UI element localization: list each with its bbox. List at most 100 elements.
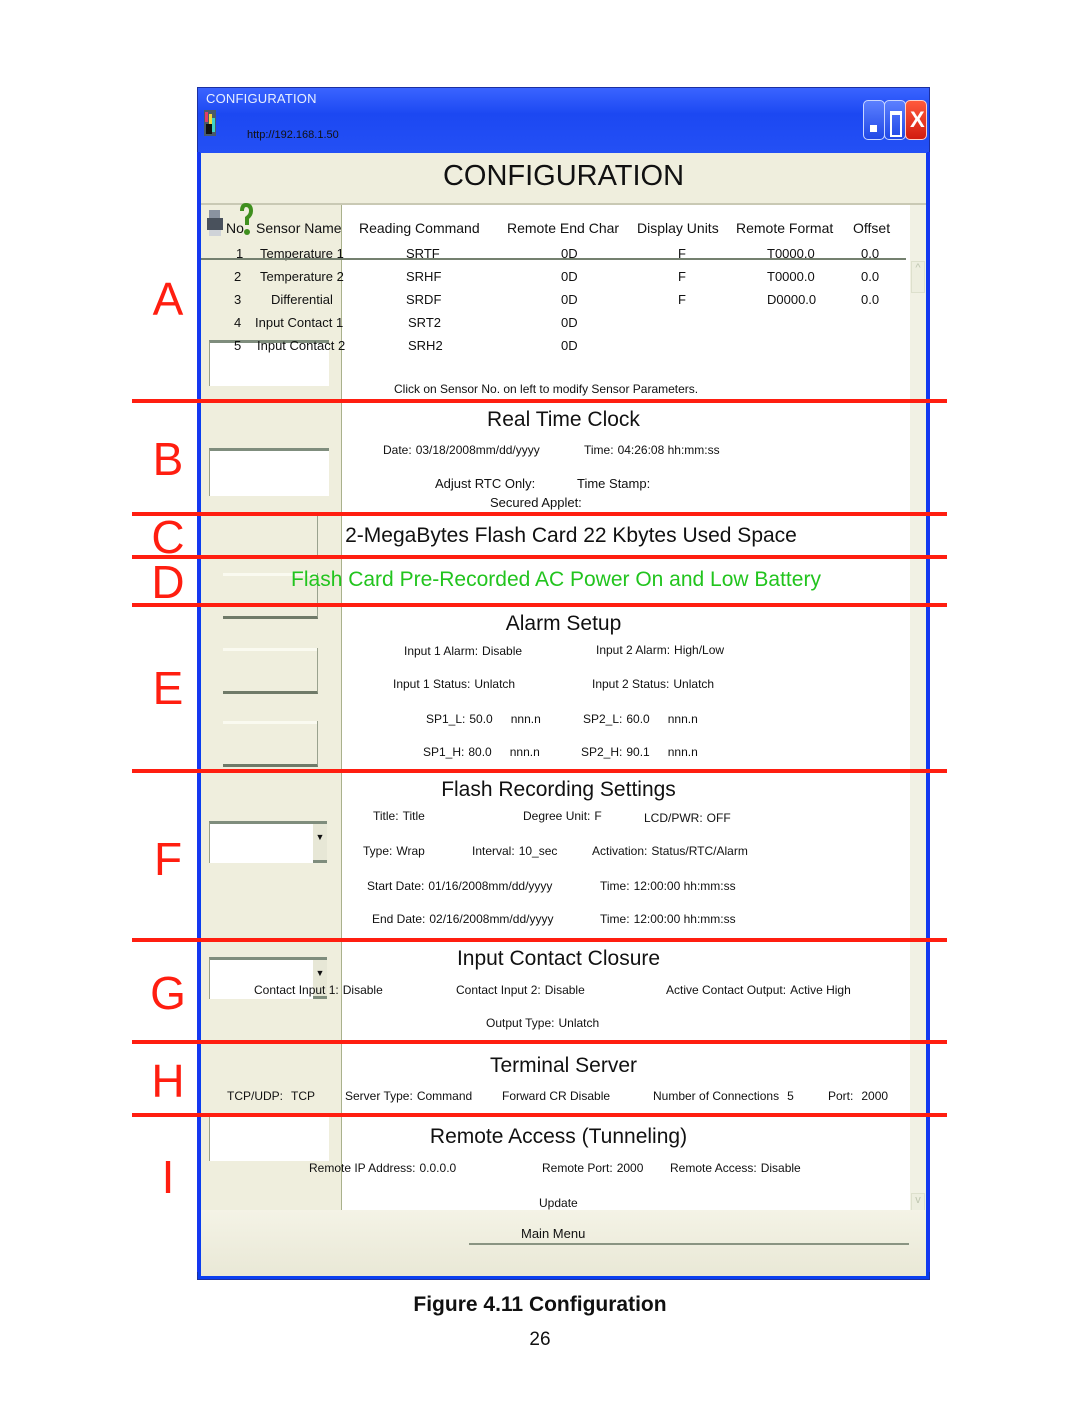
contact-input1: Contact Input 1: Disable: [254, 983, 383, 997]
minimize-icon: [870, 125, 877, 132]
row-units: F: [678, 269, 686, 284]
forward-cr[interactable]: Forward CR Disable: [502, 1089, 610, 1103]
output-type: Output Type: Unlatch: [486, 1016, 600, 1030]
section-divider: [132, 1040, 947, 1044]
scroll-up-button[interactable]: ^: [911, 261, 925, 293]
rtc-title: Real Time Clock: [487, 408, 640, 431]
rtc-edit-box[interactable]: [209, 448, 329, 496]
end-time: Time: 12:00:00 hh:mm:ss: [600, 912, 736, 926]
section-label-a: A: [152, 273, 184, 325]
contact-input2-value[interactable]: Disable: [545, 983, 585, 997]
rtc-timestamp-label[interactable]: Time Stamp:: [577, 476, 650, 491]
recording-type-value[interactable]: Wrap: [396, 844, 424, 858]
chevron-down-icon: v: [915, 1194, 921, 1206]
rtc-date: Date: 03/18/2008mm/dd/yyyy: [383, 443, 540, 457]
figure-caption: Figure 4.11 Configuration: [413, 1293, 667, 1316]
row-end-char: 0D: [561, 292, 578, 307]
rtc-adjust-label[interactable]: Adjust RTC Only:: [435, 476, 535, 491]
row-sensor-name: Differential: [271, 292, 333, 307]
remote-port-value[interactable]: 2000: [617, 1161, 644, 1175]
recording-dropdown[interactable]: ▼: [209, 821, 327, 863]
panel-button-3[interactable]: [223, 648, 318, 694]
rtc-secured-label[interactable]: Secured Applet:: [490, 495, 582, 510]
recording-title-value[interactable]: Title: [403, 809, 425, 823]
contact-input2: Contact Input 2: Disable: [456, 983, 585, 997]
output-type-value[interactable]: Unlatch: [559, 1016, 600, 1030]
row-divider: [201, 258, 906, 260]
window-right-edge: [927, 152, 930, 1272]
recording-title: Flash Recording Settings: [441, 778, 676, 801]
page-number: 26: [529, 1329, 551, 1350]
section-divider: [132, 512, 947, 516]
main-menu-button[interactable]: Main Menu: [521, 1226, 585, 1241]
remote-ip-value[interactable]: 0.0.0.0: [420, 1161, 457, 1175]
maximize-button[interactable]: [884, 100, 906, 140]
recording-title-field: Title: Title: [373, 809, 425, 823]
section-divider: [132, 555, 947, 559]
input2-alarm-value[interactable]: High/Low: [674, 643, 724, 657]
section-label-d: D: [151, 556, 185, 608]
row-no[interactable]: 2: [234, 269, 241, 284]
connections-value[interactable]: 5: [787, 1089, 794, 1103]
port-value[interactable]: 2000: [861, 1089, 888, 1103]
rtc-date-value[interactable]: 03/18/2008: [416, 443, 476, 457]
input2-status-value[interactable]: Unlatch: [673, 677, 714, 691]
col-header-sensor-name: Sensor Name: [256, 220, 342, 236]
recording-activation: Activation: Status/RTC/Alarm: [592, 844, 748, 858]
flash-card-usage: 2-MegaBytes Flash Card 22 Kbytes Used Sp…: [345, 524, 797, 547]
sp2-low-value[interactable]: 60.0: [626, 712, 649, 726]
row-sensor-name: Input Contact 2: [257, 338, 346, 353]
printer-icon[interactable]: [206, 208, 224, 238]
recording-activation-value[interactable]: Status/RTC/Alarm: [651, 844, 747, 858]
main-menu-line: [469, 1243, 909, 1245]
dropdown-arrow-icon: ▼: [313, 824, 327, 863]
row-no[interactable]: 5: [234, 338, 241, 353]
maximize-icon: [890, 111, 902, 137]
active-contact-output-value[interactable]: Active High: [790, 983, 851, 997]
browser-window: CONFIGURATION http://192.168.1.50 X CONF…: [197, 87, 930, 1280]
row-end-char: 0D: [561, 338, 578, 353]
row-command: SRHF: [406, 269, 442, 284]
degree-unit: Degree Unit: F: [523, 809, 602, 823]
row-end-char: 0D: [561, 315, 578, 330]
close-button[interactable]: X: [905, 100, 927, 140]
page-title: CONFIGURATION: [442, 160, 685, 192]
sp1-high: SP1_H: 80.0 nnn.n: [423, 745, 540, 759]
contact-input1-value[interactable]: Disable: [343, 983, 383, 997]
row-command: SRT2: [408, 315, 441, 330]
row-no[interactable]: 4: [234, 315, 241, 330]
section-divider: [132, 938, 947, 942]
sp1-low-value[interactable]: 50.0: [469, 712, 492, 726]
col-header-display-units: Display Units: [637, 220, 719, 236]
sp2-high: SP2_H: 90.1 nnn.n: [581, 745, 698, 759]
row-no[interactable]: 3: [234, 292, 241, 307]
input1-status-value[interactable]: Unlatch: [474, 677, 515, 691]
panel-button-4[interactable]: [223, 721, 318, 767]
end-time-value[interactable]: 12:00:00: [634, 912, 681, 926]
end-date-value[interactable]: 02/16/2008: [429, 912, 489, 926]
section-label-e: E: [152, 662, 184, 714]
input1-alarm-value[interactable]: Disable: [482, 644, 522, 658]
start-time-value[interactable]: 12:00:00: [634, 879, 681, 893]
start-date: Start Date: 01/16/2008mm/dd/yyyy: [367, 879, 553, 893]
sp1-high-value[interactable]: 80.0: [468, 745, 491, 759]
remote-access-value[interactable]: Disable: [761, 1161, 801, 1175]
scroll-track[interactable]: [910, 205, 926, 1235]
sp2-low: SP2_L: 60.0 nnn.n: [583, 712, 698, 726]
tcp-udp-value[interactable]: TCP: [291, 1089, 315, 1103]
server-type-value[interactable]: Command: [417, 1089, 472, 1103]
panel-button-1[interactable]: [223, 513, 318, 558]
sp2-high-value[interactable]: 90.1: [626, 745, 649, 759]
degree-unit-value[interactable]: F: [594, 809, 601, 823]
col-header-reading-command: Reading Command: [359, 220, 480, 236]
rtc-time-value[interactable]: 04:26:08: [618, 443, 665, 457]
recording-interval-value[interactable]: 10_sec: [519, 844, 558, 858]
row-sensor-name: Temperature 2: [260, 269, 344, 284]
input1-alarm: Input 1 Alarm: Disable: [404, 644, 523, 658]
update-button[interactable]: Update: [539, 1196, 578, 1210]
start-date-value[interactable]: 01/16/2008: [428, 879, 488, 893]
minimize-button[interactable]: [863, 100, 885, 140]
active-contact-output: Active Contact Output: Active High: [666, 983, 851, 997]
lcd-pwr-value[interactable]: OFF: [707, 811, 731, 825]
remote-edit-box[interactable]: [209, 1113, 329, 1161]
